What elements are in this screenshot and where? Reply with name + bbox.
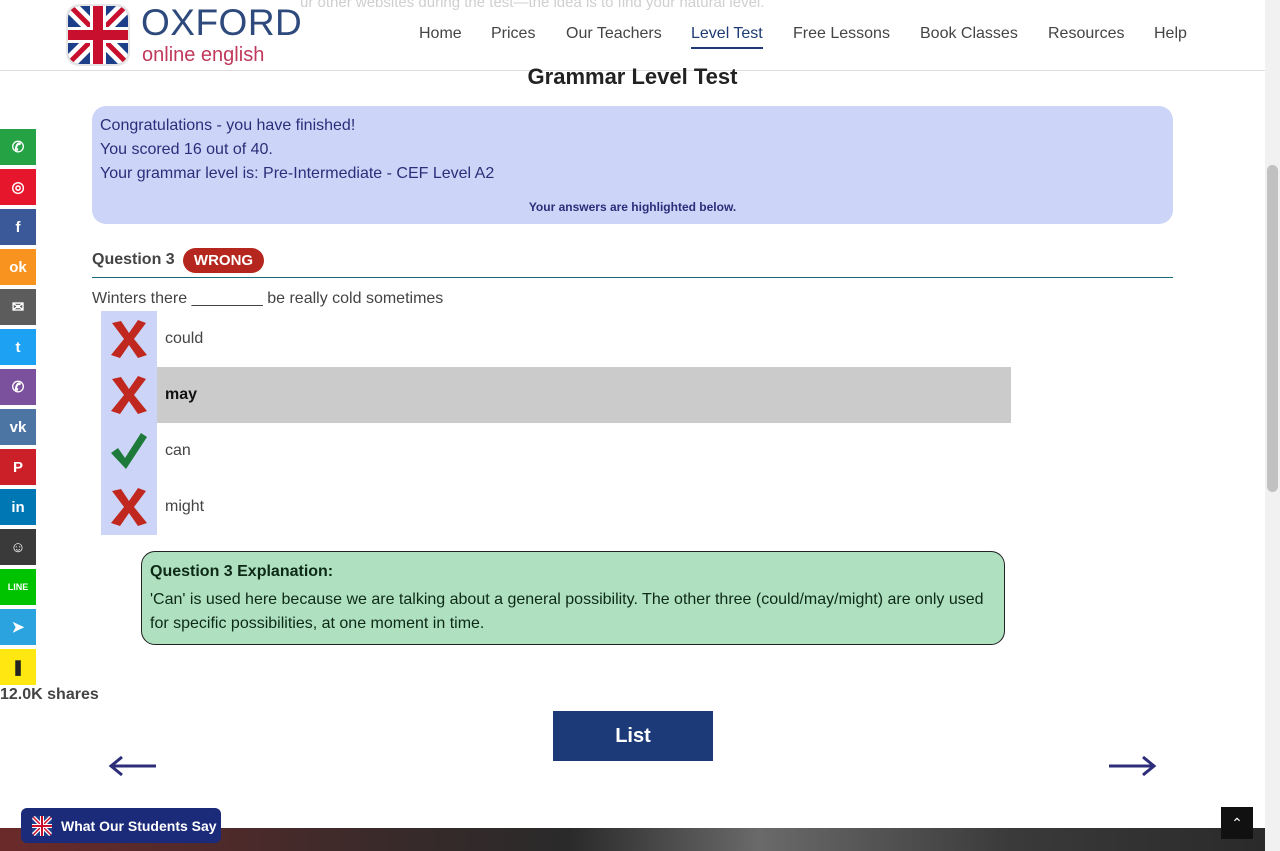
viber-icon: ✆ <box>11 379 25 396</box>
students-say-label: What Our Students Say <box>61 818 217 834</box>
nav-help[interactable]: Help <box>1154 25 1187 43</box>
nav-resources[interactable]: Resources <box>1048 25 1124 43</box>
vk-icon: vk <box>9 418 27 436</box>
nav-home[interactable]: Home <box>419 25 462 43</box>
scrollbar-thumb[interactable] <box>1267 165 1278 492</box>
reddit-icon: ☺ <box>10 538 26 556</box>
facebook-icon: f <box>15 218 21 236</box>
twitter-icon: t <box>15 338 21 356</box>
linkedin-icon: in <box>11 498 25 516</box>
option-icon-box <box>101 311 157 367</box>
option-row-selected <box>101 367 1011 423</box>
share-kakao-button[interactable]: ❚ <box>0 649 36 685</box>
page-title: Grammar Level Test <box>527 64 738 89</box>
whatsapp-icon: ✆ <box>11 139 25 156</box>
share-facebook-button[interactable]: f <box>0 209 36 245</box>
explanation-body: 'Can' is used here because we are talkin… <box>150 591 984 632</box>
option-label: might <box>165 498 205 515</box>
option-icon-box <box>101 423 157 479</box>
share-twitter-button[interactable]: t <box>0 329 36 365</box>
list-button[interactable]: List <box>553 711 713 761</box>
result-level: Your grammar level is: Pre-Intermediate … <box>100 165 495 182</box>
option-icon-box <box>101 367 157 423</box>
option-label: could <box>165 330 204 347</box>
share-email-button[interactable]: ✉ <box>0 289 36 325</box>
option-row <box>101 311 1011 367</box>
cross-icon <box>111 488 147 526</box>
pinterest-icon: P <box>12 458 23 476</box>
arrow-right-icon <box>1109 755 1157 777</box>
instruction-text: ur other websites during the test—the id… <box>300 0 765 11</box>
option-label: may <box>165 386 198 403</box>
question-divider <box>92 277 1173 278</box>
check-icon <box>111 433 147 469</box>
next-question-button[interactable] <box>1107 754 1159 783</box>
cross-icon <box>111 376 147 414</box>
share-viber-button[interactable]: ✆ <box>0 369 36 405</box>
nav-free-lessons[interactable]: Free Lessons <box>793 25 890 43</box>
option-row <box>101 423 1011 479</box>
share-reddit-button[interactable]: ☺ <box>0 529 36 565</box>
share-line-button[interactable]: LINE <box>0 569 36 605</box>
back-to-top-button[interactable]: ⌃ <box>1221 807 1253 839</box>
result-note: Your answers are highlighted below. <box>528 200 737 214</box>
arrow-left-icon <box>108 755 156 777</box>
share-linkedin-button[interactable]: in <box>0 489 36 525</box>
nav-prices[interactable]: Prices <box>491 25 535 43</box>
nav-book-classes[interactable]: Book Classes <box>920 25 1018 43</box>
option-row <box>101 479 1011 535</box>
question-label: Question 3 <box>92 251 175 268</box>
telegram-icon: ➤ <box>11 619 25 636</box>
share-vk-button[interactable]: vk <box>0 409 36 445</box>
result-score: You scored 16 out of 40. <box>100 141 273 158</box>
cross-icon <box>111 320 147 358</box>
previous-question-button[interactable] <box>106 754 158 783</box>
result-congrats: Congratulations - you have finished! <box>100 117 356 134</box>
question-text: Winters there ________ be really cold so… <box>92 290 444 307</box>
kakao-icon: ❚ <box>11 659 25 676</box>
share-count: 12.0K shares <box>0 686 99 703</box>
odnoklassniki-icon: ok <box>9 258 27 276</box>
share-telegram-button[interactable]: ➤ <box>0 609 36 645</box>
nav-our-teachers[interactable]: Our Teachers <box>566 25 662 43</box>
share-weibo-button[interactable]: ◎ <box>0 169 36 205</box>
weibo-icon: ◎ <box>11 179 25 196</box>
share-odnoklassniki-button[interactable]: ok <box>0 249 36 285</box>
share-pinterest-button[interactable]: P <box>0 449 36 485</box>
share-whatsapp-button[interactable]: ✆ <box>0 129 36 165</box>
line-icon: LINE <box>7 582 29 592</box>
option-label: can <box>165 442 191 459</box>
email-icon: ✉ <box>11 299 25 316</box>
option-icon-box <box>101 479 157 535</box>
logo-title: OXFORD <box>141 2 303 43</box>
nav-level-test[interactable]: Level Test <box>691 25 763 49</box>
uk-flag-icon <box>66 4 130 66</box>
uk-flag-icon <box>32 816 52 836</box>
status-badge: WRONG <box>183 248 264 273</box>
explanation-title: Question 3 Explanation: <box>150 563 334 580</box>
